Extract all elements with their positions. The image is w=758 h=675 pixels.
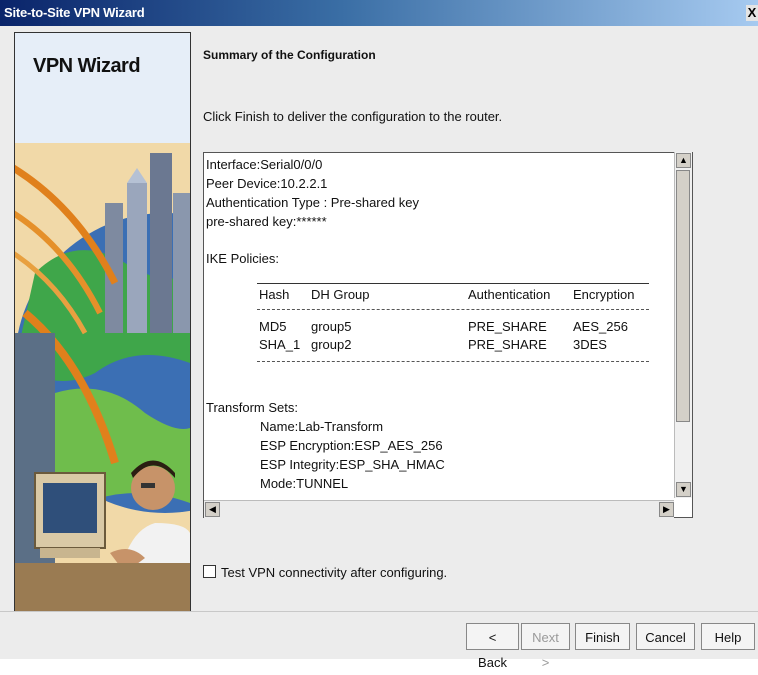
page-heading: Summary of the Configuration — [203, 48, 376, 62]
transform-line: Name:Lab-Transform — [260, 419, 384, 434]
summary-line: Authentication Type : Pre-shared key — [206, 195, 419, 210]
summary-line: Interface:Serial0/0/0 — [206, 157, 323, 172]
cell-dh-group: group5 — [311, 319, 352, 334]
table-row: MD5 group5 PRE_SHARE AES_256 — [257, 319, 649, 337]
button-bar-divider — [0, 611, 758, 612]
finish-button[interactable]: Finish — [575, 623, 630, 650]
help-button[interactable]: Help — [701, 623, 755, 650]
summary-line: Peer Device:10.2.2.1 — [206, 176, 328, 191]
banner-title: VPN Wizard — [33, 55, 141, 77]
cell-hash: SHA_1 — [259, 337, 301, 352]
header-hash: Hash — [259, 287, 290, 302]
transform-line: ESP Encryption:ESP_AES_256 — [260, 438, 443, 453]
vertical-scrollbar[interactable]: ▲ ▼ — [674, 152, 692, 498]
checkbox-label: Test VPN connectivity after configuring. — [221, 565, 448, 580]
scroll-thumb[interactable] — [676, 170, 690, 422]
cell-dh-group: group2 — [311, 337, 352, 352]
cell-authentication: PRE_SHARE — [468, 337, 547, 352]
wizard-banner: VPN Wizard — [14, 32, 191, 612]
back-button[interactable]: < Back — [466, 623, 519, 670]
transform-line: Mode:TUNNEL — [260, 476, 349, 491]
cancel-button[interactable]: Cancel — [636, 623, 695, 650]
vpn-wizard-window: Site-to-Site VPN Wizard X VPN Wizard Sum… — [0, 0, 758, 670]
test-vpn-checkbox[interactable] — [203, 565, 216, 578]
summary-line: pre-shared key:****** — [206, 214, 327, 229]
scroll-left-icon[interactable]: ◀ — [205, 502, 220, 517]
vpn-illustration — [15, 33, 190, 611]
transform-line: ESP Integrity:ESP_SHA_HMAC — [260, 457, 445, 472]
scroll-up-icon[interactable]: ▲ — [676, 153, 691, 168]
next-button: Next > — [521, 623, 570, 670]
table-rule — [257, 361, 649, 362]
scroll-right-icon[interactable]: ▶ — [659, 502, 674, 517]
table-rule — [257, 283, 649, 284]
transform-sets-label: Transform Sets: — [206, 400, 298, 415]
horizontal-scrollbar[interactable]: ◀ ▶ — [204, 500, 674, 518]
header-authentication: Authentication — [468, 287, 551, 302]
scroll-down-icon[interactable]: ▼ — [676, 482, 691, 497]
window-title: Site-to-Site VPN Wizard — [4, 5, 145, 20]
header-encryption: Encryption — [573, 287, 635, 302]
test-vpn-checkbox-row[interactable]: Test VPN connectivity after configuring. — [203, 565, 447, 580]
table-row: SHA_1 group2 PRE_SHARE 3DES — [257, 337, 649, 355]
instruction-text: Click Finish to deliver the configuratio… — [203, 109, 503, 124]
table-header-row: Hash DH Group Authentication Encryption — [257, 287, 649, 305]
header-dh-group: DH Group — [311, 287, 370, 302]
cell-hash: MD5 — [259, 319, 287, 334]
close-icon[interactable]: X — [746, 5, 758, 21]
cell-encryption: AES_256 — [573, 319, 628, 334]
title-bar: Site-to-Site VPN Wizard X — [0, 0, 758, 26]
ike-policies-table: Hash DH Group Authentication Encryption … — [257, 283, 649, 362]
cell-authentication: PRE_SHARE — [468, 319, 547, 334]
ike-policies-label: IKE Policies: — [206, 251, 279, 266]
cell-encryption: 3DES — [573, 337, 607, 352]
